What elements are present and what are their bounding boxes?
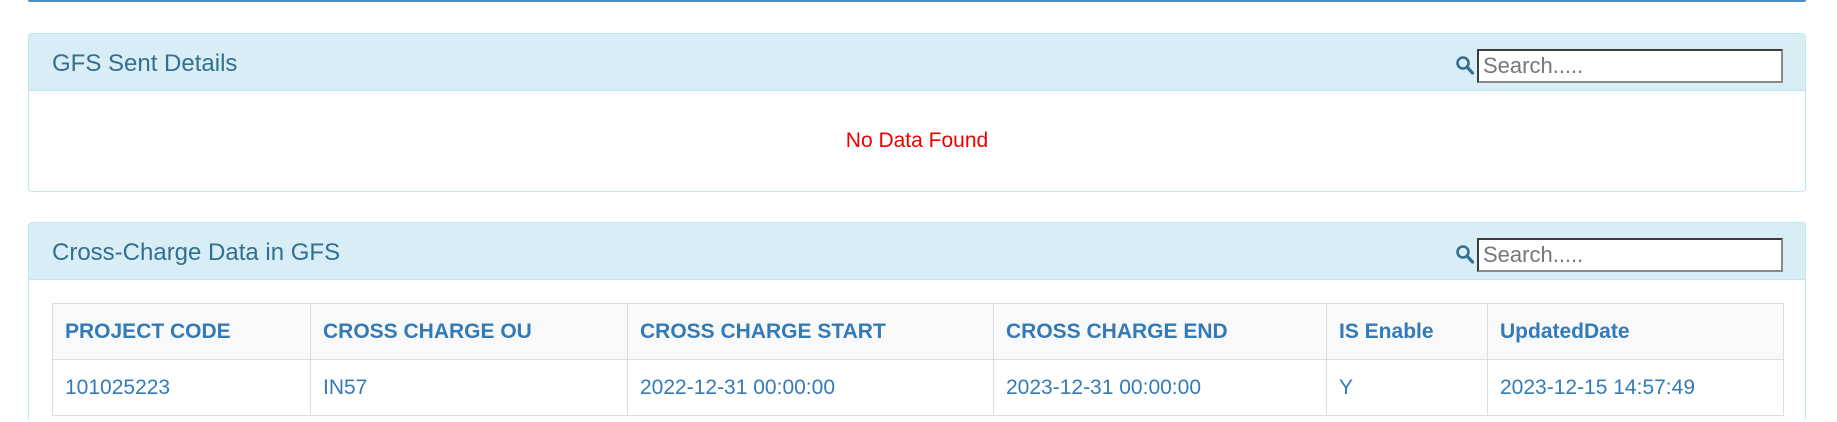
column-header-cross-charge-end[interactable]: CROSS CHARGE END <box>993 303 1327 360</box>
cell-updated-date: 2023-12-15 14:57:49 <box>1487 359 1784 416</box>
column-header-updated-date[interactable]: UpdatedDate <box>1487 303 1784 360</box>
cell-project-code: 101025223 <box>52 359 311 416</box>
column-header-cross-charge-ou[interactable]: CROSS CHARGE OU <box>310 303 628 360</box>
search-box <box>1455 49 1783 83</box>
table-container: PROJECT CODE CROSS CHARGE OU CROSS CHARG… <box>29 280 1805 416</box>
panel-heading: GFS Sent Details <box>29 34 1805 91</box>
panel-title: Cross-Charge Data in GFS <box>52 239 341 266</box>
cell-cross-charge-start: 2022-12-31 00:00:00 <box>627 359 994 416</box>
previous-panel-bottom-edge <box>28 0 1806 2</box>
empty-state-message: No Data Found <box>845 128 989 152</box>
panel-title: GFS Sent Details <box>52 50 238 77</box>
column-header-is-enable[interactable]: IS Enable <box>1326 303 1488 360</box>
column-header-project-code[interactable]: PROJECT CODE <box>52 303 311 360</box>
search-input[interactable] <box>1477 238 1783 272</box>
search-icon[interactable] <box>1455 244 1475 266</box>
cell-cross-charge-ou: IN57 <box>310 359 628 416</box>
cross-charge-data-panel: Cross-Charge Data in GFS PROJECT CODE <box>28 222 1806 422</box>
table-header-row: PROJECT CODE CROSS CHARGE OU CROSS CHARG… <box>52 303 1784 360</box>
search-icon[interactable] <box>1455 55 1475 77</box>
cell-cross-charge-end: 2023-12-31 00:00:00 <box>993 359 1327 416</box>
panel-heading: Cross-Charge Data in GFS <box>29 223 1805 280</box>
cross-charge-table: PROJECT CODE CROSS CHARGE OU CROSS CHARG… <box>52 303 1784 416</box>
search-box <box>1455 238 1783 272</box>
search-input[interactable] <box>1477 49 1783 83</box>
cell-is-enable: Y <box>1326 359 1488 416</box>
column-header-cross-charge-start[interactable]: CROSS CHARGE START <box>627 303 994 360</box>
table-row: 101025223 IN57 2022-12-31 00:00:00 2023-… <box>52 359 1784 416</box>
gfs-sent-details-panel: GFS Sent Details No Data Found <box>28 33 1806 192</box>
